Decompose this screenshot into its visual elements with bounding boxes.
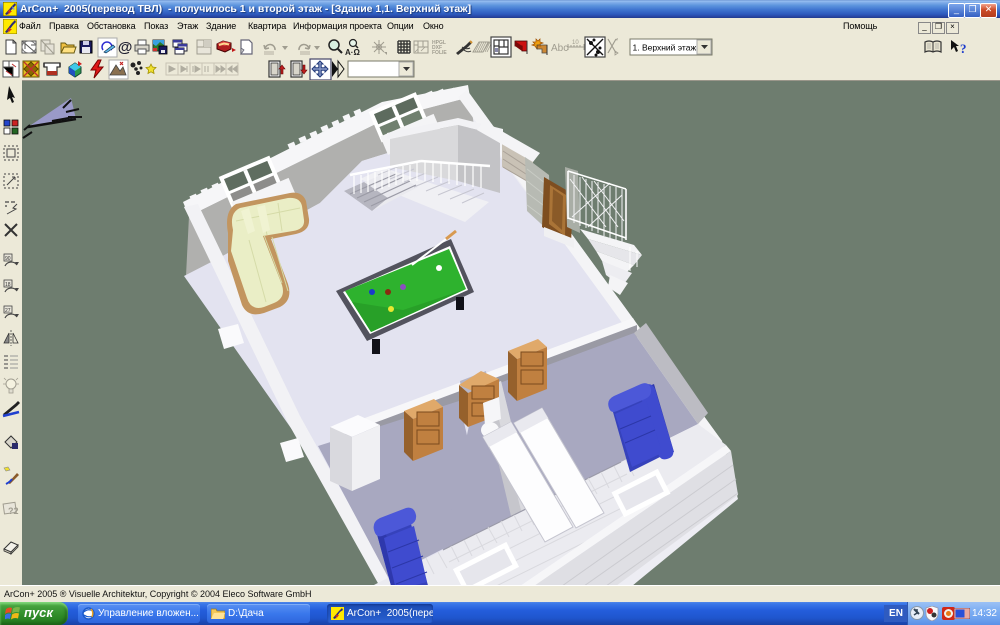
svg-text:10: 10 [572, 40, 579, 46]
svg-text:?: ? [960, 41, 967, 56]
svg-text:FOLIE: FOLIE [432, 50, 447, 56]
svg-text:18: 18 [5, 282, 11, 288]
svg-text:A·Ω: A·Ω [345, 48, 360, 57]
svg-text:?2: ?2 [8, 506, 19, 516]
svg-text:Abc: Abc [551, 43, 568, 54]
svg-text:1. Верхний этаж: 1. Верхний этаж [633, 43, 697, 53]
svg-text:90: 90 [5, 256, 11, 262]
svg-text:27: 27 [5, 308, 11, 314]
svg-text:@: @ [118, 39, 133, 56]
